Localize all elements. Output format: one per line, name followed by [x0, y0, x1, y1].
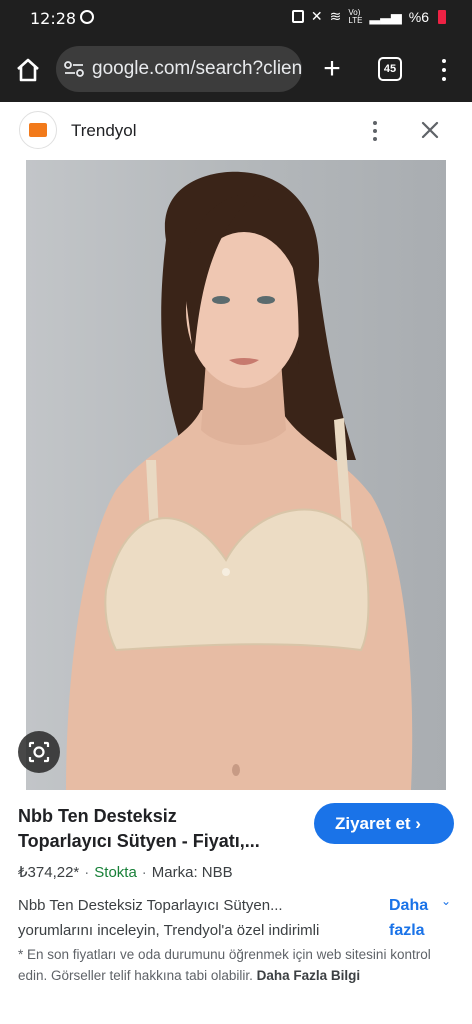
battery-text: %6	[408, 8, 429, 25]
result-panel-header: Trendyol	[0, 102, 472, 160]
network-label: Vo) LTE	[348, 7, 363, 25]
browser-toolbar: google.com/search?client + 45	[0, 38, 472, 102]
panel-more-button[interactable]	[366, 118, 384, 144]
wifi-icon: ≋	[329, 8, 342, 24]
visit-button[interactable]: Ziyaret et ›	[314, 803, 454, 844]
stock-status: Stokta	[94, 864, 137, 881]
product-title-line2: Toparlayıcı Sütyen - Fiyatı,...	[18, 831, 260, 851]
disclaimer-text: * En son fiyatları ve oda durumunu öğren…	[18, 947, 431, 983]
alarm-icon	[291, 10, 304, 23]
browser-menu-button[interactable]	[434, 56, 454, 84]
product-brand: Marka: NBB	[151, 864, 233, 881]
product-title-line1: Nbb Ten Desteksiz	[18, 806, 177, 826]
home-icon[interactable]	[14, 56, 42, 84]
url-text: google.com/search?client	[92, 58, 302, 79]
mute-icon: ✕	[310, 8, 323, 24]
product-price: ₺374,22*	[18, 864, 80, 881]
signal-icon: ▂▃▅	[369, 8, 402, 24]
site-settings-icon[interactable]	[64, 61, 84, 77]
vpn-icon	[80, 10, 94, 24]
product-photo	[26, 160, 446, 790]
tab-switcher-button[interactable]: 45	[378, 57, 402, 81]
product-title[interactable]: Nbb Ten Desteksiz Toparlayıcı Sütyen - F…	[18, 804, 308, 854]
status-time: 12:28	[30, 9, 77, 28]
close-icon[interactable]	[418, 118, 442, 142]
product-meta: ₺374,22* · Stokta · Marka: NBB	[18, 863, 233, 881]
google-lens-button[interactable]	[18, 731, 60, 773]
more-button[interactable]: Daha fazla	[389, 893, 428, 943]
description-line2: yorumlarını inceleyin, Trendyol'a özel i…	[18, 922, 320, 939]
meta-separator: ·	[141, 864, 147, 881]
battery-icon	[438, 9, 446, 24]
status-icons: ✕ ≋ Vo) LTE ▂▃▅ %6	[291, 7, 446, 25]
meta-separator: ·	[84, 864, 90, 881]
address-bar[interactable]: google.com/search?client	[56, 46, 302, 92]
site-logo	[19, 111, 57, 149]
trendyol-logo-icon	[29, 123, 47, 137]
more-label-line1: Daha	[389, 897, 429, 914]
new-tab-button[interactable]: +	[318, 54, 346, 84]
lens-icon	[28, 741, 50, 763]
disclaimer: * En son fiyatları ve oda durumunu öğren…	[18, 944, 458, 986]
product-description: Nbb Ten Desteksiz Toparlayıcı Sütyen... …	[18, 893, 380, 943]
status-bar: 12:28 ✕ ≋ Vo) LTE ▂▃▅ %6	[0, 0, 472, 38]
product-image[interactable]	[26, 160, 446, 790]
description-line1: Nbb Ten Desteksiz Toparlayıcı Sütyen...	[18, 897, 283, 914]
learn-more-link[interactable]: Daha Fazla Bilgi	[257, 968, 361, 983]
more-label-line2: fazla	[389, 922, 425, 939]
site-name: Trendyol	[71, 121, 137, 140]
chevron-down-icon[interactable]: ⌄	[441, 894, 451, 908]
